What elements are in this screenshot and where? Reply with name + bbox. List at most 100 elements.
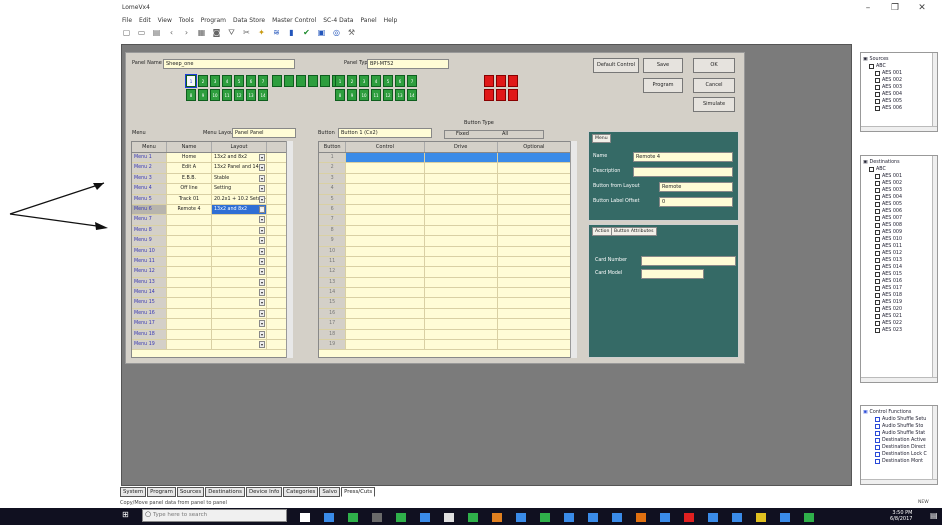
button-number-cell[interactable]: 17 xyxy=(319,319,347,329)
dropdown-arrow-icon[interactable]: ▾ xyxy=(259,299,265,307)
drive-cell[interactable] xyxy=(424,153,498,163)
table-row[interactable]: Menu 8 ▾ xyxy=(132,225,289,237)
checkbox-icon[interactable] xyxy=(875,71,880,76)
control-cell[interactable] xyxy=(346,340,425,350)
tab-press-cuts[interactable]: Press/Cuts xyxy=(341,487,376,497)
layout-cell[interactable]: ▾ xyxy=(212,329,267,340)
control-cell[interactable] xyxy=(346,267,425,277)
grid-icon[interactable]: ▦ xyxy=(197,28,206,37)
cancel-button[interactable]: Cancel xyxy=(693,78,735,93)
button-number-cell[interactable]: 6 xyxy=(319,204,347,215)
menu-cell[interactable]: Menu 4 xyxy=(132,184,167,194)
name-cell[interactable]: Track 01 xyxy=(167,194,212,204)
drive-cell[interactable] xyxy=(425,277,498,288)
tree-item[interactable]: AES 001 xyxy=(875,173,937,180)
tree-item[interactable]: AES 005 xyxy=(875,98,937,105)
button-number-cell[interactable]: 15 xyxy=(319,298,347,308)
col-button[interactable]: Button xyxy=(319,142,347,152)
table-row[interactable]: Menu 3 E.B.B. Stable ▾ xyxy=(132,173,289,185)
table-row[interactable]: 5 xyxy=(319,194,571,205)
panel-key[interactable] xyxy=(308,75,318,87)
taskbar-app-icon[interactable] xyxy=(348,513,358,522)
panel-key-red[interactable] xyxy=(484,75,494,87)
filter-icon[interactable]: ⛛ xyxy=(227,28,236,37)
sources-hscrollbar[interactable] xyxy=(861,126,937,131)
control-cell[interactable] xyxy=(346,236,425,246)
close-button[interactable]: ✕ xyxy=(916,3,928,13)
control-cell[interactable] xyxy=(346,256,425,267)
optional-cell[interactable] xyxy=(498,173,571,184)
checkbox-icon[interactable] xyxy=(875,230,880,235)
taskbar-app-icon[interactable] xyxy=(372,513,382,522)
checkbox-icon[interactable] xyxy=(875,78,880,83)
tree-item[interactable]: Audio Shuffle Setu xyxy=(875,416,937,423)
bars-icon[interactable]: ▮ xyxy=(287,28,296,37)
taskbar-app-icon[interactable] xyxy=(300,513,310,522)
dropdown-arrow-icon[interactable]: ▾ xyxy=(259,309,265,317)
table-row[interactable]: 12 xyxy=(319,267,571,278)
checkbox-icon[interactable] xyxy=(875,300,880,305)
tree-item[interactable]: AES 019 xyxy=(875,299,937,306)
control-cell[interactable] xyxy=(346,288,425,298)
panel-key[interactable]: 13 xyxy=(395,89,405,101)
checkbox-icon[interactable] xyxy=(875,195,880,200)
optional-cell[interactable] xyxy=(498,163,571,173)
taskbar-app-icon[interactable] xyxy=(660,513,670,522)
checkbox-icon[interactable] xyxy=(875,223,880,228)
menu-cell[interactable]: Menu 10 xyxy=(132,246,167,256)
button-number-cell[interactable]: 14 xyxy=(319,288,347,298)
table-row[interactable]: 4 xyxy=(319,184,571,195)
control-cell[interactable] xyxy=(346,225,425,236)
col-drive[interactable]: Drive xyxy=(425,142,498,152)
taskbar-app-icon[interactable] xyxy=(324,513,334,522)
optional-cell[interactable] xyxy=(498,288,571,298)
table-row[interactable]: 10 xyxy=(319,246,571,257)
back-icon[interactable]: ‹ xyxy=(167,28,176,37)
dropdown-arrow-icon[interactable]: ▾ xyxy=(259,330,265,338)
menu-cell[interactable]: Menu 15 xyxy=(132,298,167,308)
menu-cell[interactable]: Menu 3 xyxy=(132,173,167,184)
panel-key[interactable]: 7 xyxy=(258,75,268,87)
col-layout[interactable]: Layout xyxy=(212,142,267,152)
menu-view[interactable]: View xyxy=(158,17,172,24)
drive-cell[interactable] xyxy=(425,308,498,319)
ok-button[interactable]: OK xyxy=(693,58,735,73)
button-number-cell[interactable]: 11 xyxy=(319,256,347,267)
name-cell[interactable] xyxy=(167,340,212,350)
checkbox-icon[interactable] xyxy=(875,279,880,284)
button-number-cell[interactable]: 2 xyxy=(319,163,347,173)
menu-cell[interactable]: Menu 11 xyxy=(132,256,167,267)
destinations-hscrollbar[interactable] xyxy=(861,377,937,382)
dropdown-arrow-icon[interactable]: ▾ xyxy=(259,205,265,213)
tree-item[interactable]: AES 007 xyxy=(875,215,937,222)
col-name[interactable]: Name xyxy=(167,142,212,152)
tab-system[interactable]: System xyxy=(120,487,147,497)
checkbox-icon[interactable] xyxy=(875,424,880,429)
drive-cell[interactable] xyxy=(425,236,498,246)
checkbox-icon[interactable] xyxy=(875,314,880,319)
name-cell[interactable]: Edit A xyxy=(167,163,212,173)
optional-cell[interactable] xyxy=(498,329,571,340)
table-row[interactable]: Menu 16 ▾ xyxy=(132,308,289,320)
menu-master-control[interactable]: Master Control xyxy=(272,17,316,24)
checkbox-icon[interactable] xyxy=(875,445,880,450)
cube-icon[interactable]: ▣ xyxy=(317,28,326,37)
checkbox-icon[interactable] xyxy=(875,244,880,249)
menu-cell[interactable]: Menu 19 xyxy=(132,340,167,350)
panel-key[interactable]: 12 xyxy=(383,89,393,101)
optional-cell[interactable] xyxy=(498,246,571,256)
cut-icon[interactable]: ✂ xyxy=(242,28,251,37)
panel-key[interactable]: 5 xyxy=(383,75,393,87)
menu-cell[interactable]: Menu 13 xyxy=(132,277,167,288)
checkbox-icon[interactable] xyxy=(875,251,880,256)
taskbar-app-icon[interactable] xyxy=(588,513,598,522)
control-cell[interactable] xyxy=(346,308,425,319)
start-button-icon[interactable]: ⊞ xyxy=(122,511,130,519)
tree-item[interactable]: AES 001 xyxy=(875,70,937,77)
table-row[interactable]: 11 xyxy=(319,256,571,268)
panel-key[interactable]: 1 xyxy=(335,75,345,87)
checkbox-icon[interactable] xyxy=(875,237,880,242)
checkbox-icon[interactable] xyxy=(875,328,880,333)
drive-cell[interactable] xyxy=(425,319,498,329)
drive-cell[interactable] xyxy=(425,215,498,225)
